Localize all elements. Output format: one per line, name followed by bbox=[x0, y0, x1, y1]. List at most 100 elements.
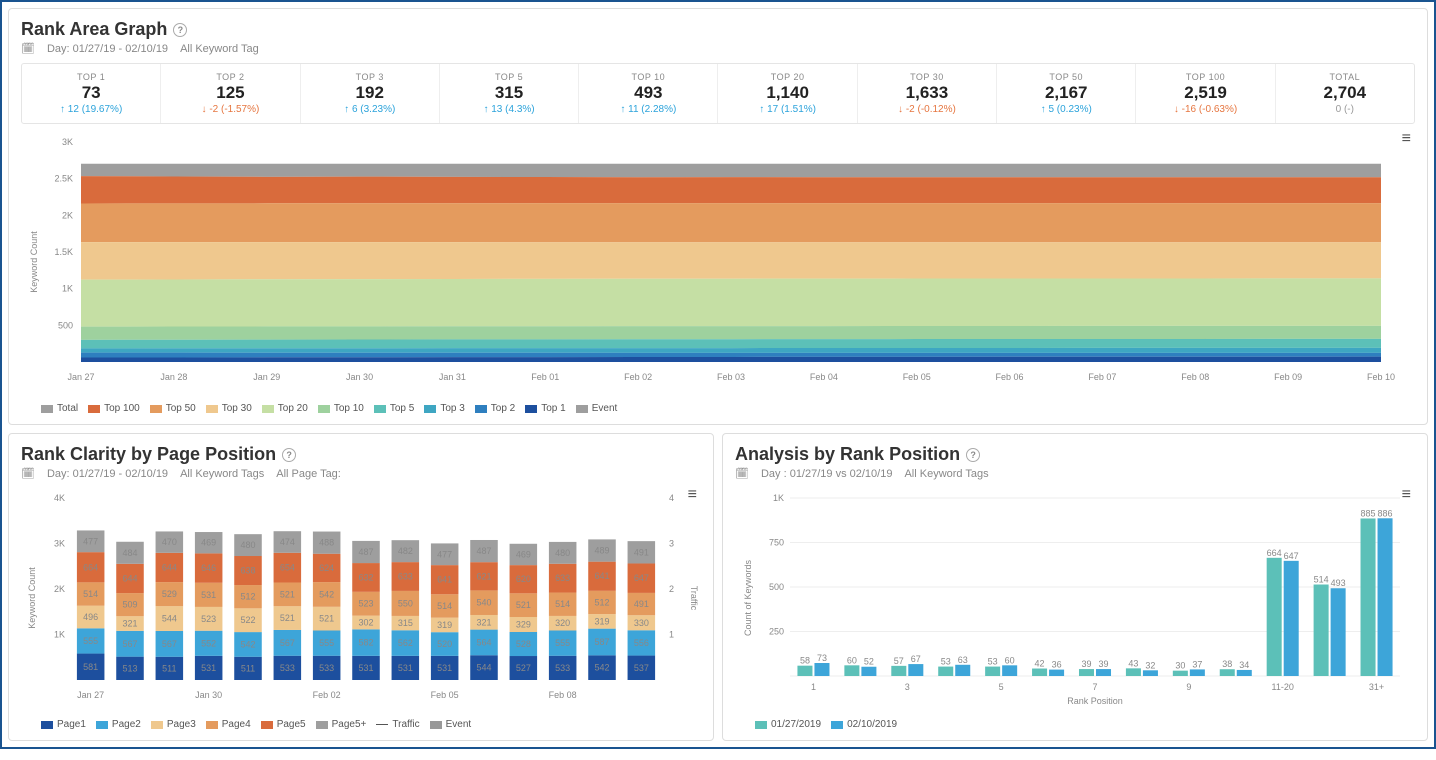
legend-item[interactable]: 01/27/2019 bbox=[755, 719, 821, 730]
svg-text:480: 480 bbox=[240, 540, 255, 550]
svg-text:Feb 10: Feb 10 bbox=[1367, 372, 1395, 382]
legend-item[interactable]: Top 3 bbox=[424, 403, 464, 414]
svg-text:567: 567 bbox=[162, 639, 177, 649]
analysis-chart: 2505007501KCount of Keywords587316052576… bbox=[735, 488, 1415, 708]
svg-text:3K: 3K bbox=[62, 137, 73, 147]
svg-text:632: 632 bbox=[358, 572, 373, 582]
svg-text:477: 477 bbox=[437, 549, 452, 559]
rank-area-legend: Total Top 100 Top 50 Top 30 Top 20 Top 10 Top … bbox=[21, 403, 1415, 414]
legend-item[interactable]: Page3 bbox=[151, 719, 196, 730]
legend-item[interactable]: Top 20 bbox=[262, 403, 308, 414]
help-icon[interactable]: ? bbox=[966, 448, 980, 462]
legend-item[interactable]: Top 30 bbox=[206, 403, 252, 414]
legend-item[interactable]: Top 50 bbox=[150, 403, 196, 414]
stat-label: TOP 100 bbox=[1140, 72, 1270, 82]
svg-text:477: 477 bbox=[83, 536, 98, 546]
legend-item[interactable]: Page2 bbox=[96, 719, 141, 730]
svg-text:Keyword Count: Keyword Count bbox=[27, 567, 37, 629]
legend-item[interactable]: 02/10/2019 bbox=[831, 719, 897, 730]
svg-text:654: 654 bbox=[280, 563, 295, 573]
stat-label: TOP 5 bbox=[444, 72, 574, 82]
svg-text:491: 491 bbox=[634, 599, 649, 609]
svg-text:531: 531 bbox=[358, 663, 373, 673]
svg-text:641: 641 bbox=[437, 575, 452, 585]
legend-item[interactable]: Top 5 bbox=[374, 403, 414, 414]
stat-value: 1,633 bbox=[862, 83, 992, 103]
stats-row: TOP 1 73 12 (19.67%)TOP 2 125 -2 (-1.57%… bbox=[21, 63, 1415, 124]
svg-text:58: 58 bbox=[800, 656, 810, 666]
rank-area-title: Rank Area Graph ? bbox=[21, 19, 1415, 40]
svg-text:514: 514 bbox=[437, 601, 452, 611]
svg-text:528: 528 bbox=[516, 639, 531, 649]
stat-change: 0 (-) bbox=[1280, 104, 1410, 115]
svg-text:533: 533 bbox=[555, 663, 570, 673]
svg-text:63: 63 bbox=[958, 655, 968, 665]
chart-menu-icon[interactable]: ≡ bbox=[688, 486, 697, 504]
legend-item[interactable]: Event bbox=[430, 719, 472, 730]
title-text: Rank Area Graph bbox=[21, 19, 167, 40]
svg-text:555: 555 bbox=[83, 636, 98, 646]
chart-menu-icon[interactable]: ≡ bbox=[1402, 130, 1411, 148]
svg-text:620: 620 bbox=[516, 574, 531, 584]
svg-text:531: 531 bbox=[201, 590, 216, 600]
svg-text:489: 489 bbox=[594, 546, 609, 556]
help-icon[interactable]: ? bbox=[173, 23, 187, 37]
legend-item[interactable]: Page5+ bbox=[316, 719, 367, 730]
svg-text:Feb 02: Feb 02 bbox=[313, 690, 341, 700]
svg-text:522: 522 bbox=[240, 615, 255, 625]
svg-text:556: 556 bbox=[634, 638, 649, 648]
help-icon[interactable]: ? bbox=[282, 448, 296, 462]
svg-text:521: 521 bbox=[319, 614, 334, 624]
svg-text:587: 587 bbox=[594, 637, 609, 647]
svg-text:886: 886 bbox=[1378, 508, 1393, 518]
legend-item[interactable]: Top 100 bbox=[88, 403, 140, 414]
svg-text:624: 624 bbox=[319, 563, 334, 573]
analysis-title: Analysis by Rank Position ? bbox=[735, 444, 1415, 465]
svg-text:53: 53 bbox=[941, 657, 951, 667]
stat-cell: TOP 3 192 6 (3.23%) bbox=[301, 64, 440, 123]
svg-text:500: 500 bbox=[769, 582, 784, 592]
svg-text:531: 531 bbox=[201, 663, 216, 673]
svg-text:319: 319 bbox=[594, 616, 609, 626]
legend-item[interactable]: Page5 bbox=[261, 719, 306, 730]
svg-text:67: 67 bbox=[911, 654, 921, 664]
svg-text:638: 638 bbox=[240, 566, 255, 576]
svg-text:542: 542 bbox=[594, 663, 609, 673]
stat-change: -16 (-0.63%) bbox=[1140, 104, 1270, 115]
svg-text:321: 321 bbox=[476, 617, 491, 627]
legend-item[interactable]: Top 10 bbox=[318, 403, 364, 414]
svg-text:1K: 1K bbox=[54, 630, 65, 640]
svg-text:5: 5 bbox=[999, 682, 1004, 692]
svg-text:514: 514 bbox=[83, 589, 98, 599]
svg-text:Feb 08: Feb 08 bbox=[549, 690, 577, 700]
chart-menu-icon[interactable]: ≡ bbox=[1402, 486, 1411, 504]
stat-value: 315 bbox=[444, 83, 574, 103]
svg-text:43: 43 bbox=[1128, 658, 1138, 668]
legend-item[interactable]: Top 2 bbox=[475, 403, 515, 414]
legend-item[interactable]: Event bbox=[576, 403, 618, 414]
date-range: Day: 01/27/19 - 02/10/19 bbox=[47, 468, 168, 480]
legend-item[interactable]: Top 1 bbox=[525, 403, 565, 414]
legend-item[interactable]: Page1 bbox=[41, 719, 86, 730]
legend-item[interactable]: Traffic bbox=[376, 719, 419, 730]
svg-text:2K: 2K bbox=[54, 584, 65, 594]
svg-text:523: 523 bbox=[358, 599, 373, 609]
svg-text:9: 9 bbox=[1186, 682, 1191, 692]
legend-item[interactable]: Page4 bbox=[206, 719, 251, 730]
stat-cell: TOP 1 73 12 (19.67%) bbox=[22, 64, 161, 123]
svg-text:521: 521 bbox=[280, 613, 295, 623]
svg-text:2.5K: 2.5K bbox=[54, 174, 73, 184]
svg-text:60: 60 bbox=[847, 655, 857, 665]
svg-text:550: 550 bbox=[398, 598, 413, 608]
stat-cell: TOP 50 2,167 5 (0.23%) bbox=[997, 64, 1136, 123]
svg-text:540: 540 bbox=[476, 598, 491, 608]
svg-text:1: 1 bbox=[811, 682, 816, 692]
svg-text:Feb 05: Feb 05 bbox=[903, 372, 931, 382]
legend-item[interactable]: Total bbox=[41, 403, 78, 414]
tag-filter: All Keyword Tag bbox=[180, 43, 259, 55]
svg-text:521: 521 bbox=[280, 589, 295, 599]
svg-text:37: 37 bbox=[1192, 659, 1202, 669]
svg-text:315: 315 bbox=[398, 618, 413, 628]
svg-text:Feb 02: Feb 02 bbox=[624, 372, 652, 382]
svg-text:664: 664 bbox=[83, 562, 98, 572]
